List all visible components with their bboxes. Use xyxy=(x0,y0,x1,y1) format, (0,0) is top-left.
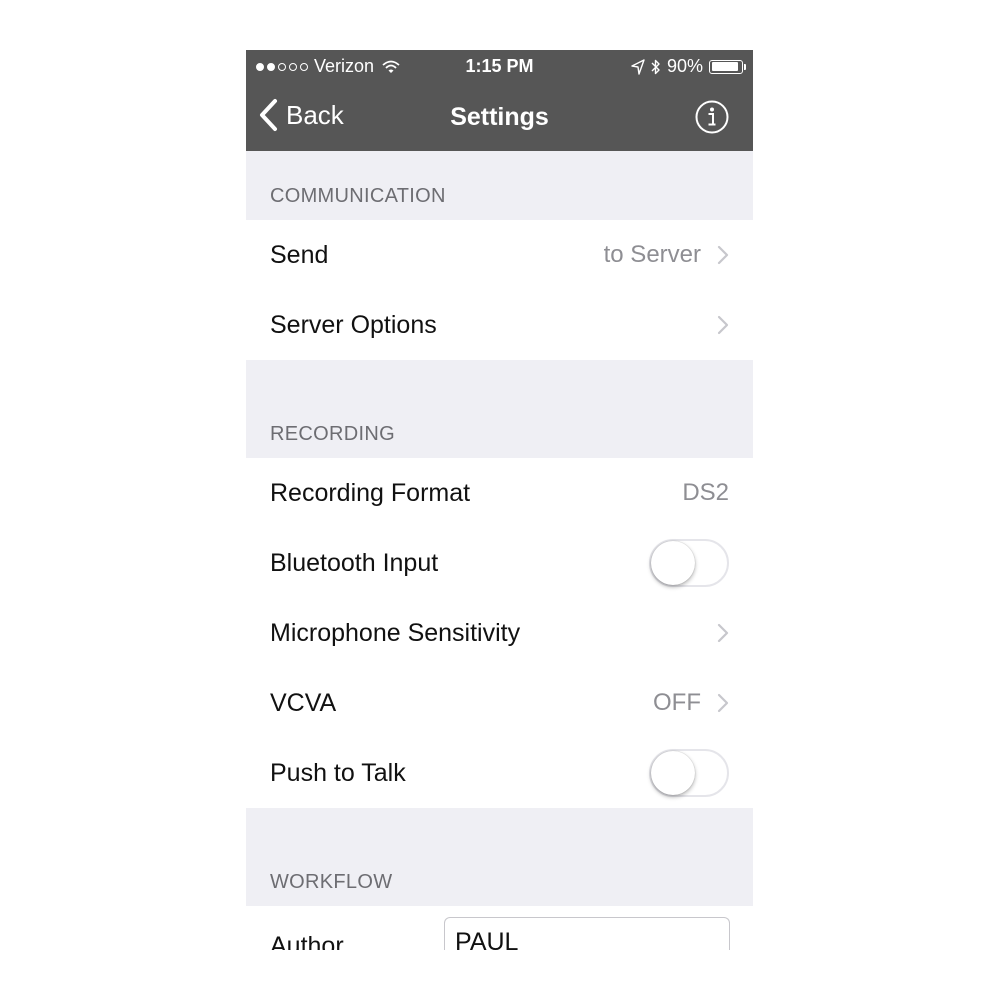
chevron-right-icon xyxy=(717,623,729,643)
microphone-sensitivity-row[interactable]: Microphone Sensitivity xyxy=(246,598,753,668)
navigation-bar: Back Settings xyxy=(246,84,753,151)
push-to-talk-toggle[interactable] xyxy=(649,749,729,797)
chevron-right-icon xyxy=(717,245,729,265)
info-icon[interactable] xyxy=(695,100,729,134)
send-label: Send xyxy=(270,240,329,269)
vcva-row[interactable]: VCVA OFF xyxy=(246,668,753,738)
vcva-value: OFF xyxy=(653,689,701,716)
bluetooth-input-row: Bluetooth Input xyxy=(246,528,753,598)
chevron-right-icon xyxy=(717,315,729,335)
recording-format-row[interactable]: Recording Format DS2 xyxy=(246,458,753,528)
status-bar-right: 90% xyxy=(631,56,746,77)
author-row: Author xyxy=(246,906,753,950)
settings-list: COMMUNICATION Send to Server Server Opti… xyxy=(246,151,753,950)
communication-group: Send to Server Server Options xyxy=(246,220,753,360)
author-input[interactable] xyxy=(444,917,730,950)
server-options-row[interactable]: Server Options xyxy=(246,290,753,360)
vcva-label: VCVA xyxy=(270,688,337,717)
send-row[interactable]: Send to Server xyxy=(246,220,753,290)
recording-format-value: DS2 xyxy=(682,479,729,506)
send-value: to Server xyxy=(603,241,701,268)
chevron-right-icon xyxy=(717,693,729,713)
section-header-label: WORKFLOW xyxy=(270,871,393,893)
page-title: Settings xyxy=(450,103,549,131)
section-header-workflow: WORKFLOW xyxy=(246,808,753,906)
section-header-recording: RECORDING xyxy=(246,360,753,458)
phone-screen: Verizon 1:15 PM 90% Back Settings COMMUN… xyxy=(246,50,753,950)
battery-level xyxy=(711,62,738,71)
toggle-knob xyxy=(651,751,695,795)
section-header-label: COMMUNICATION xyxy=(270,185,446,207)
bluetooth-input-toggle[interactable] xyxy=(649,539,729,587)
bluetooth-icon xyxy=(651,59,660,74)
server-options-label: Server Options xyxy=(270,310,437,339)
battery-percent: 90% xyxy=(666,56,703,76)
battery-icon xyxy=(709,59,746,74)
bluetooth-input-label: Bluetooth Input xyxy=(270,548,439,577)
push-to-talk-label: Push to Talk xyxy=(270,758,406,787)
recording-format-label: Recording Format xyxy=(270,478,471,507)
section-header-communication: COMMUNICATION xyxy=(246,151,753,220)
workflow-group: Author xyxy=(246,906,753,950)
status-bar: Verizon 1:15 PM 90% xyxy=(246,50,753,84)
toggle-knob xyxy=(651,541,695,585)
recording-group: Recording Format DS2 Bluetooth Input Mic… xyxy=(246,458,753,808)
section-header-label: RECORDING xyxy=(270,423,395,445)
microphone-sensitivity-label: Microphone Sensitivity xyxy=(270,618,521,647)
push-to-talk-row: Push to Talk xyxy=(246,738,753,808)
location-arrow-icon xyxy=(631,58,645,75)
